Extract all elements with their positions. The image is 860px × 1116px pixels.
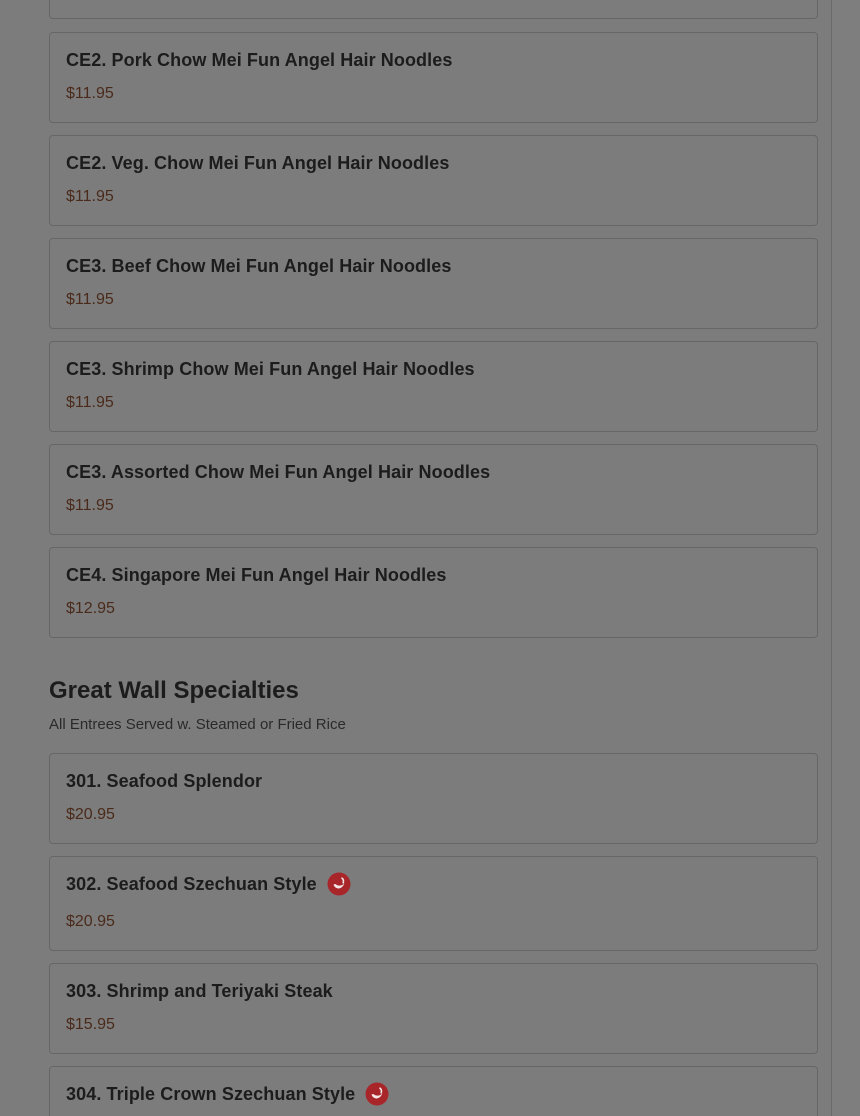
menu-item-card[interactable]: 303. Shrimp and Teriyaki Steak $15.95 [49, 963, 818, 1054]
scrollbar-track[interactable] [832, 0, 860, 1116]
menu-item-title-row: 304. Triple Crown Szechuan Style [66, 1082, 389, 1106]
menu-item-name: CE3. Beef Chow Mei Fun Angel Hair Noodle… [66, 256, 452, 276]
menu-item-price: $20.95 [66, 913, 115, 930]
menu-item-price: $15.95 [66, 1016, 115, 1033]
menu-item-name: 303. Shrimp and Teriyaki Steak [66, 981, 333, 1001]
menu-item-price: $11.95 [66, 188, 114, 205]
menu-item-card[interactable]: 302. Seafood Szechuan Style $20.95 [49, 856, 818, 951]
menu-item-name: 301. Seafood Splendor [66, 771, 263, 791]
section-subtitle: All Entrees Served w. Steamed or Fried R… [49, 716, 346, 733]
menu-item-card[interactable]: CE3. Beef Chow Mei Fun Angel Hair Noodle… [49, 238, 818, 329]
menu-item-price: $12.95 [66, 600, 115, 617]
menu-item-card[interactable]: CE3. Shrimp Chow Mei Fun Angel Hair Nood… [49, 341, 818, 432]
menu-item-price: $11.95 [66, 394, 114, 411]
menu-item-card[interactable]: CE2. Veg. Chow Mei Fun Angel Hair Noodle… [49, 135, 818, 226]
menu-item-price: $11.95 [66, 497, 114, 514]
menu-item-name: CE3. Assorted Chow Mei Fun Angel Hair No… [66, 462, 491, 482]
menu-item-name: CE2. Veg. Chow Mei Fun Angel Hair Noodle… [66, 153, 450, 173]
menu-item-card[interactable] [49, 0, 818, 19]
menu-item-card[interactable]: CE4. Singapore Mei Fun Angel Hair Noodle… [49, 547, 818, 638]
menu-item-card[interactable]: CE2. Pork Chow Mei Fun Angel Hair Noodle… [49, 32, 818, 123]
menu-item-price: $11.95 [66, 291, 114, 308]
menu-item-name: 304. Triple Crown Szechuan Style [66, 1083, 356, 1104]
menu-item-price: $11.95 [66, 85, 114, 102]
menu-item-name: CE2. Pork Chow Mei Fun Angel Hair Noodle… [66, 50, 453, 70]
menu-item-card[interactable]: 304. Triple Crown Szechuan Style [49, 1066, 818, 1116]
menu-item-price: $20.95 [66, 806, 115, 823]
menu-item-card[interactable]: CE3. Assorted Chow Mei Fun Angel Hair No… [49, 444, 818, 535]
menu-item-name: CE3. Shrimp Chow Mei Fun Angel Hair Nood… [66, 359, 475, 379]
menu-page: CE2. Pork Chow Mei Fun Angel Hair Noodle… [0, 0, 832, 1116]
spicy-pepper-icon [365, 1082, 389, 1106]
spicy-pepper-icon [327, 872, 351, 896]
menu-item-card[interactable]: 301. Seafood Splendor $20.95 [49, 753, 818, 844]
menu-item-name: CE4. Singapore Mei Fun Angel Hair Noodle… [66, 565, 447, 585]
section-title: Great Wall Specialties [49, 677, 299, 704]
menu-item-title-row: 302. Seafood Szechuan Style [66, 872, 351, 896]
menu-item-name: 302. Seafood Szechuan Style [66, 873, 317, 894]
